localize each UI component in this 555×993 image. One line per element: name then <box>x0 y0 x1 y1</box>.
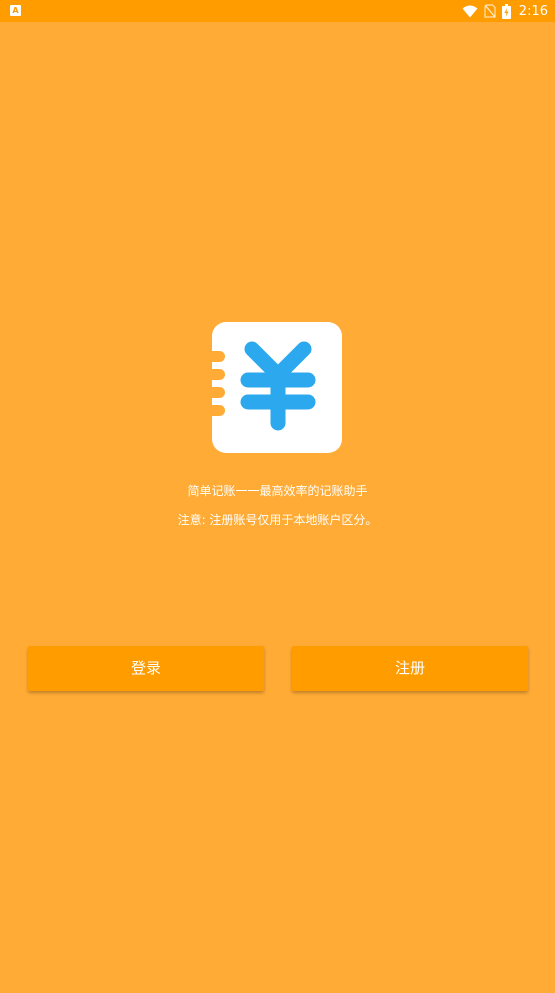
register-button[interactable]: 注册 <box>292 646 528 691</box>
status-bar: A 2:16 <box>0 0 555 22</box>
yuan-notebook-icon <box>205 322 342 453</box>
battery-icon <box>501 3 511 19</box>
wifi-icon <box>462 5 478 17</box>
status-time: 2:16 <box>518 3 548 19</box>
login-button[interactable]: 登录 <box>28 646 264 691</box>
register-note: 注意: 注册账号仅用于本地账户区分。 <box>177 513 378 527</box>
app-tagline: 简单记账一一最高效率的记账助手 <box>187 484 368 498</box>
status-icons: 2:16 <box>462 0 548 22</box>
sim-off-icon <box>484 4 496 18</box>
notification-icon: A <box>10 5 21 16</box>
